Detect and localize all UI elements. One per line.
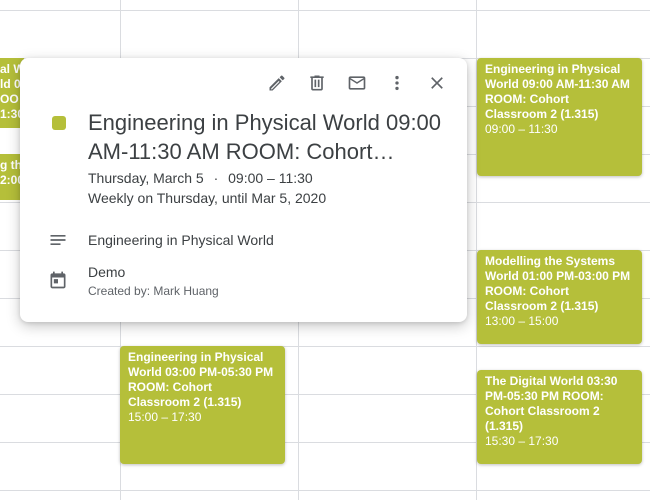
event-description: Engineering in Physical World <box>88 232 274 248</box>
event-card[interactable]: Engineering in Physical World 03:00 PM-0… <box>120 346 285 464</box>
more-options-button[interactable] <box>381 70 413 96</box>
event-creator: Created by: Mark Huang <box>88 284 219 298</box>
event-date-time: Thursday, March 5 · 09:00 – 11:30 <box>88 168 313 188</box>
pencil-icon <box>269 75 285 91</box>
delete-button[interactable] <box>301 70 333 96</box>
event-color-indicator <box>52 116 66 130</box>
event-time-range: 09:00 – 11:30 <box>228 170 313 186</box>
event-card[interactable]: The Digital World 03:30 PM-05:30 PM ROOM… <box>477 370 642 464</box>
event-time: 13:00 – 15:00 <box>485 314 559 328</box>
close-button[interactable] <box>421 70 453 96</box>
event-title: Engineering in Physical World 09:00 AM-1… <box>88 110 442 164</box>
event-title: Engineering in Physical World 03:00 PM-0… <box>128 350 274 409</box>
event-time: 15:00 – 17:30 <box>128 410 202 424</box>
event-title: Engineering in Physical World 09:00 AM-1… <box>485 62 630 121</box>
grid-row-divider <box>0 10 650 11</box>
edit-button[interactable] <box>261 70 293 96</box>
calendar-name: Demo <box>88 264 126 280</box>
event-date: Thursday, March 5 <box>88 170 204 186</box>
close-icon <box>431 77 443 89</box>
email-guests-button[interactable] <box>341 70 373 96</box>
date-separator: · <box>213 170 219 186</box>
trash-icon <box>310 75 324 91</box>
event-title: Modelling the Systems World 01:00 PM-03:… <box>485 254 631 313</box>
calendar-icon <box>48 270 68 290</box>
grid-row-divider <box>0 346 650 347</box>
event-recurrence: Weekly on Thursday, until Mar 5, 2020 <box>88 190 327 206</box>
grid-row-divider <box>0 490 650 491</box>
event-title: The Digital World 03:30 PM-05:30 PM ROOM… <box>485 374 618 433</box>
event-time: 09:00 – 11:30 <box>485 122 558 136</box>
more-vertical-icon <box>395 75 399 91</box>
event-card[interactable]: Engineering in Physical World 09:00 AM-1… <box>477 58 642 176</box>
event-details-popup: Engineering in Physical World 09:00 AM-1… <box>20 58 467 322</box>
envelope-icon <box>348 76 366 90</box>
event-card[interactable]: Modelling the Systems World 01:00 PM-03:… <box>477 250 642 344</box>
description-icon <box>48 230 68 250</box>
popup-toolbar <box>261 70 453 96</box>
event-time: 15:30 – 17:30 <box>485 434 559 448</box>
